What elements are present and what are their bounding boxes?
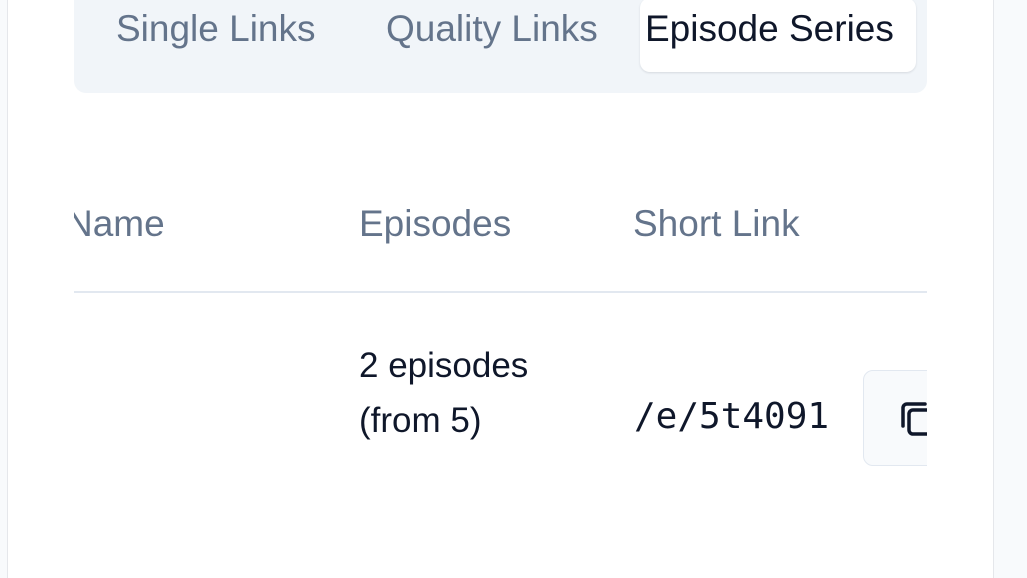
- tab-quality-links[interactable]: Quality Links: [386, 0, 598, 72]
- column-header-name: Name: [74, 203, 165, 244]
- link-type-tabs: Single Links Quality Links Episode Serie…: [74, 0, 927, 93]
- copy-link-button[interactable]: [863, 370, 927, 466]
- copy-icon: [901, 402, 927, 436]
- episode-series-table: Name Episodes Short Link 2 episodes (fro…: [74, 178, 927, 568]
- episodes-cell: 2 episodes (from 5): [359, 346, 529, 440]
- tab-episode-series[interactable]: Episode Series: [640, 0, 916, 72]
- column-header-short-link: Short Link: [633, 203, 800, 244]
- short-link-cell[interactable]: /e/5t4091: [634, 396, 829, 437]
- tab-single-links[interactable]: Single Links: [116, 0, 316, 72]
- column-header-episodes: Episodes: [359, 203, 512, 244]
- series-card: Single Links Quality Links Episode Serie…: [7, 0, 994, 578]
- header-divider: [74, 291, 927, 293]
